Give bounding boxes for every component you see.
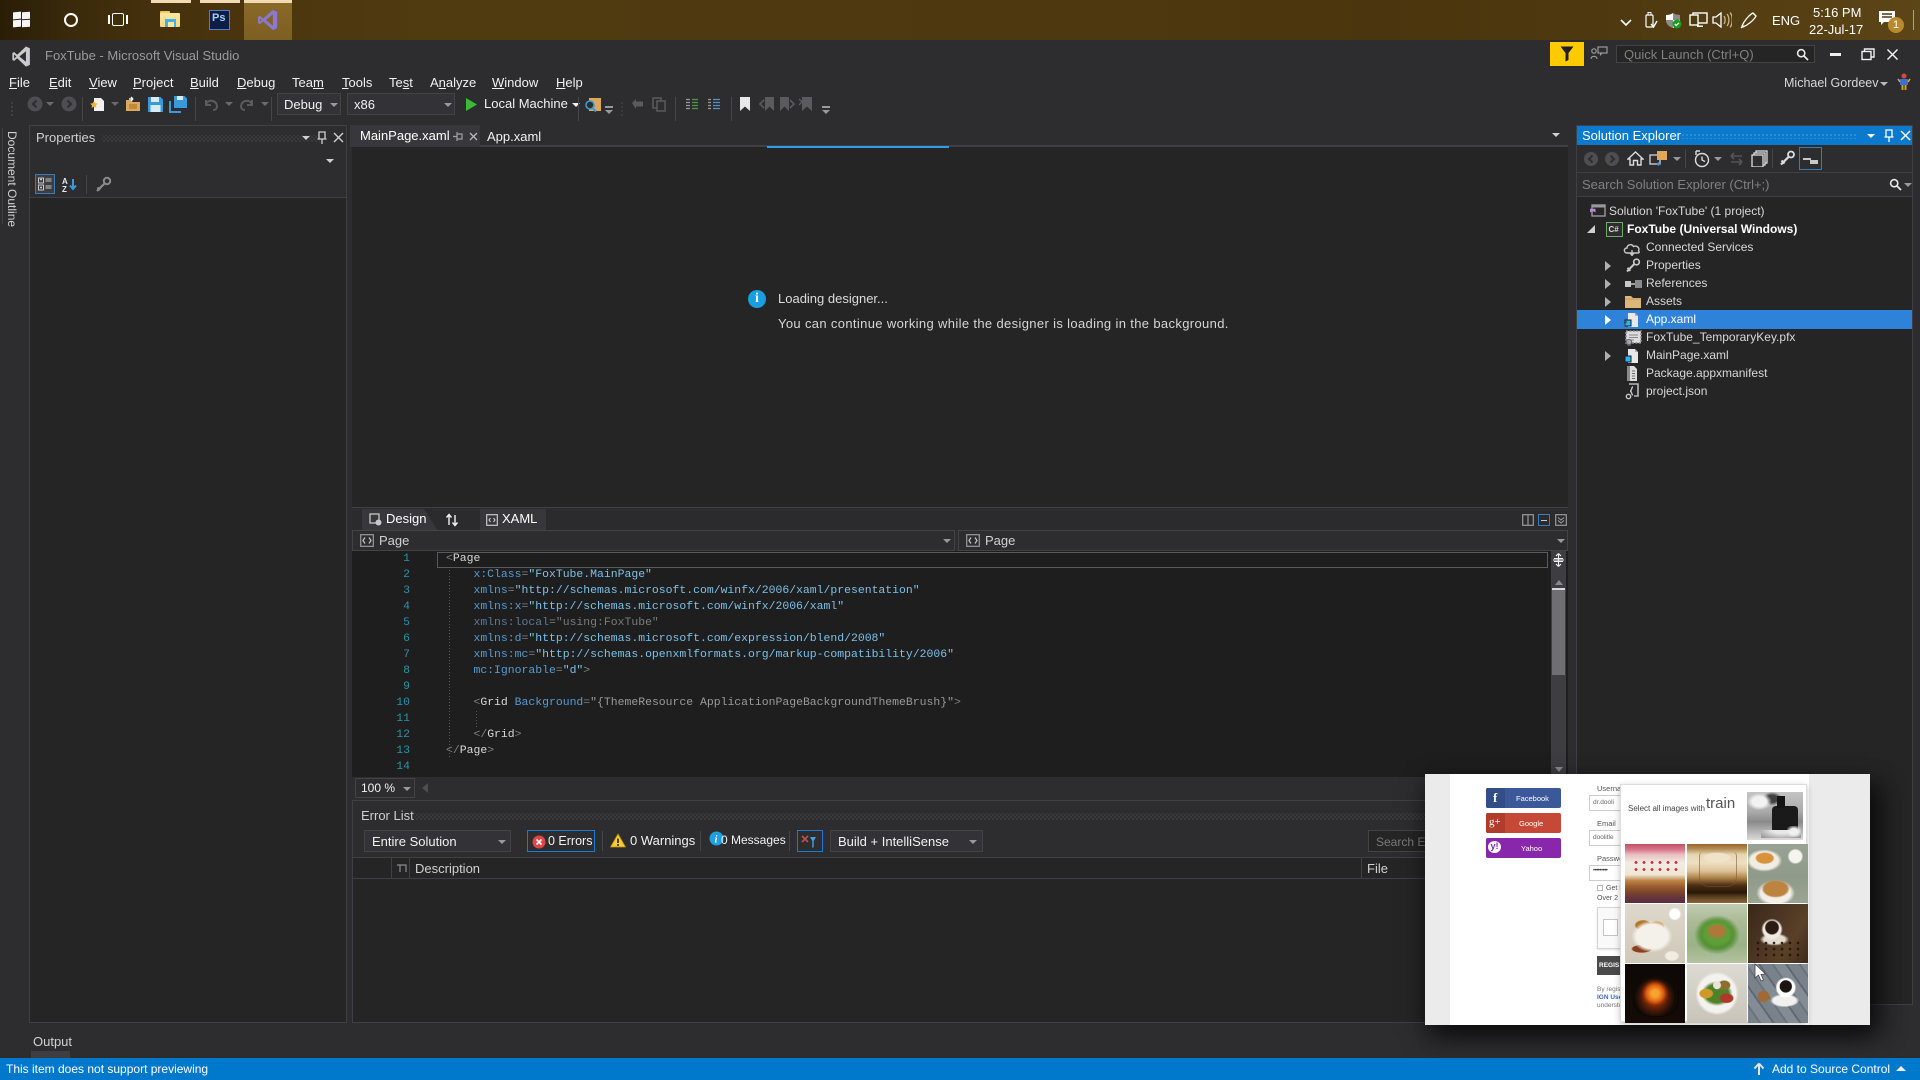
- svg-text:Z: Z: [62, 185, 67, 193]
- svg-text:i: i: [715, 834, 718, 845]
